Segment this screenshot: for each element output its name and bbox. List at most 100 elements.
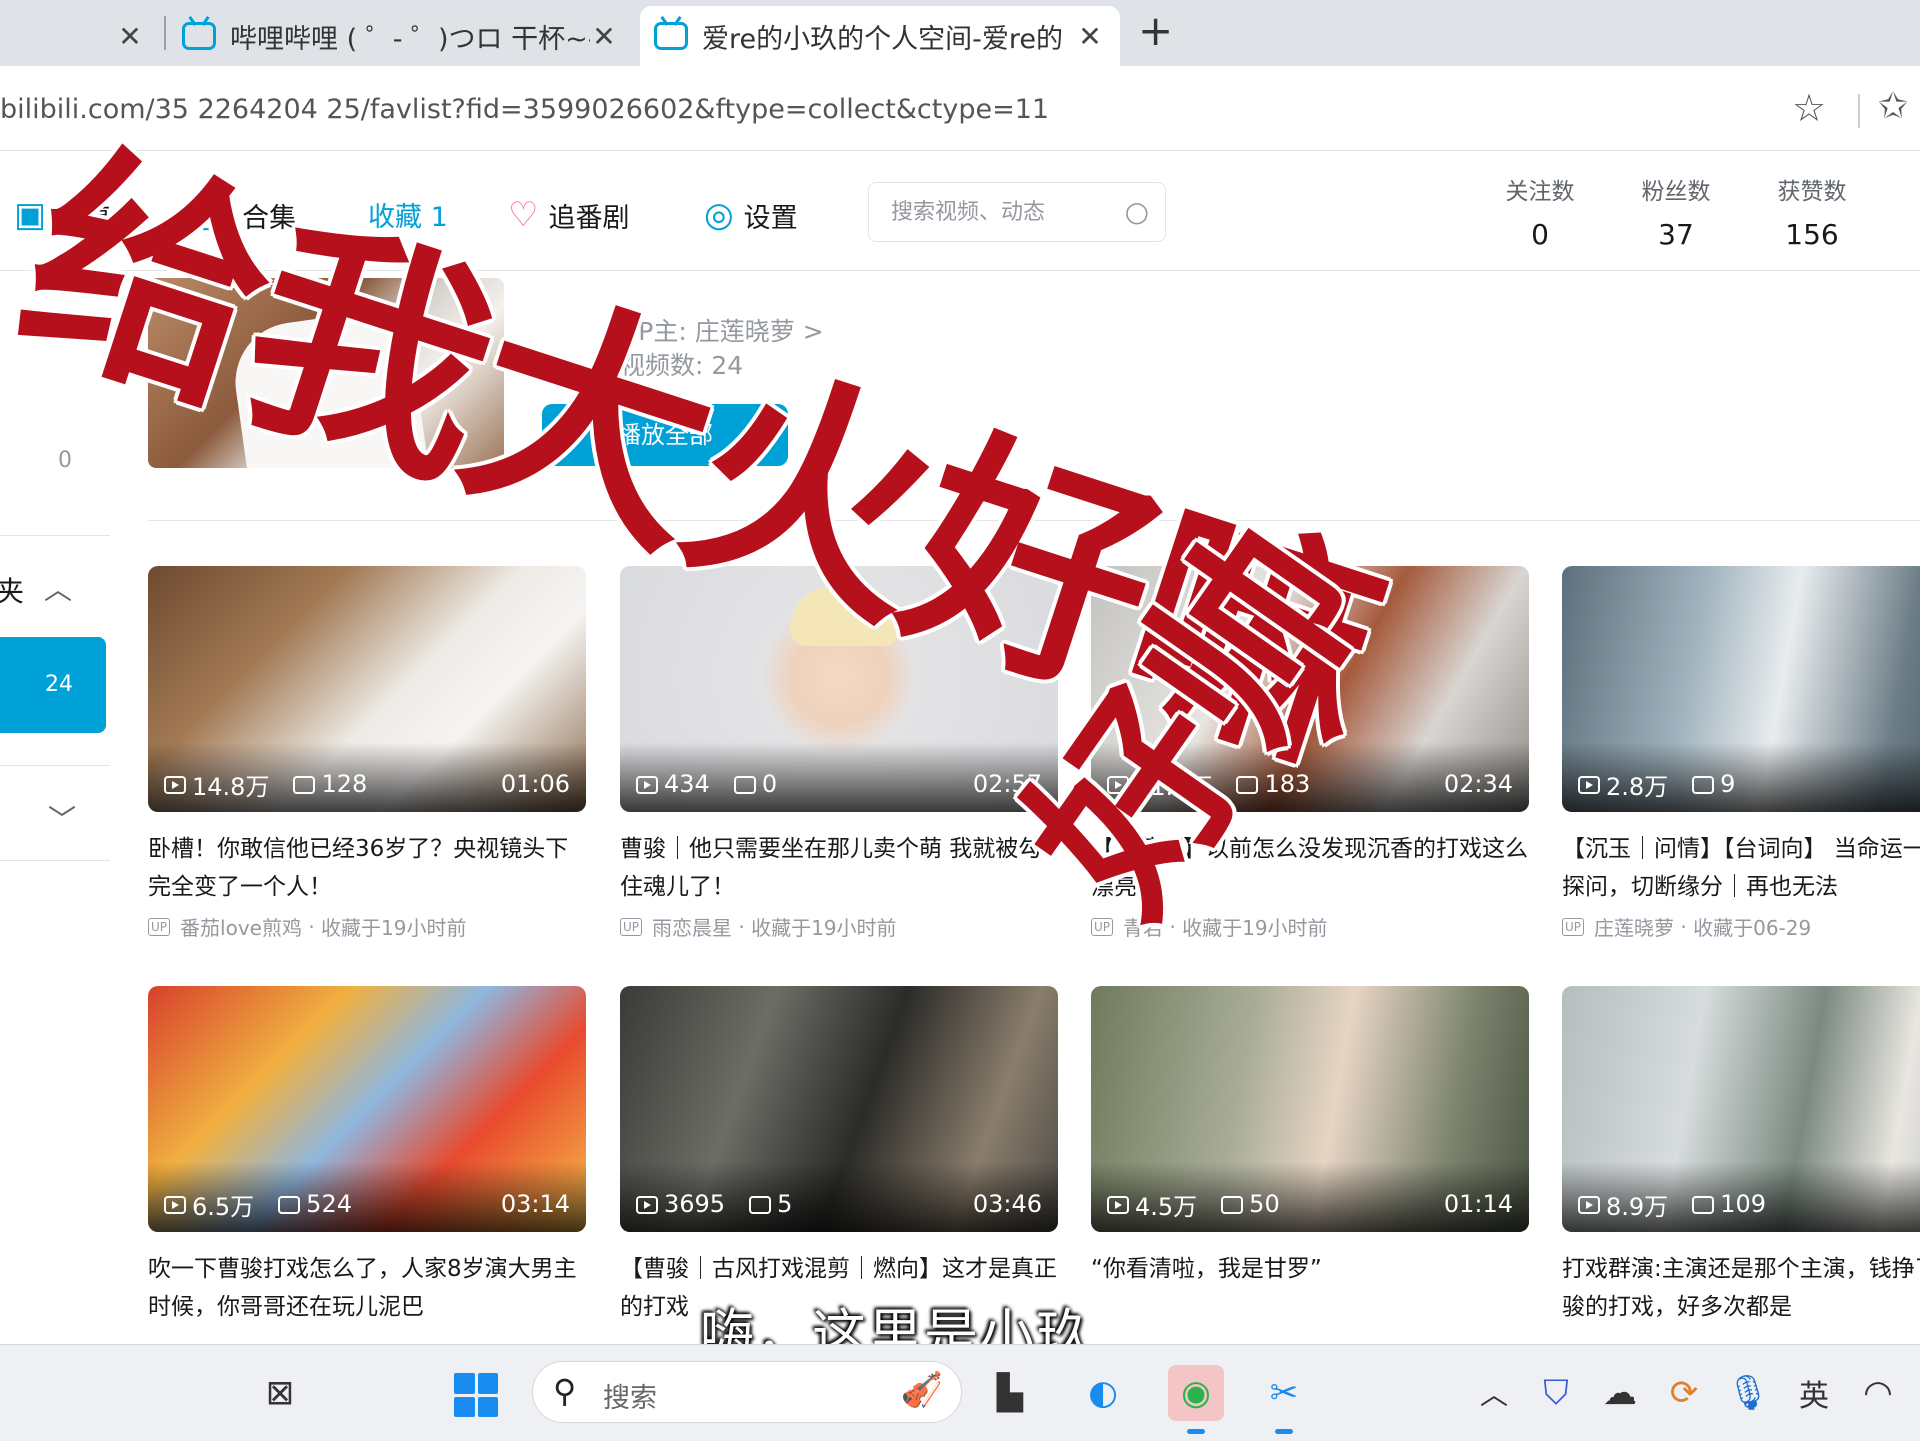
tab-user-space[interactable]: 爱re的小玖的个人空间-爱re的小玖 ✕ [640, 6, 1120, 66]
video-thumbnail[interactable]: 6.5万 524 03:14 [148, 986, 586, 1232]
duration: 03:46 [972, 1190, 1042, 1218]
active-indicator [1275, 1429, 1293, 1434]
video-thumbnail[interactable]: 434 0 02:57 [620, 566, 1058, 812]
url-field[interactable]: bilibili.com/35 2264204 25/favlist?fid=3… [0, 88, 1049, 132]
duration: 03:14 [500, 1190, 570, 1218]
wifi-icon[interactable]: ◠ [1858, 1369, 1898, 1417]
video-thumbnail[interactable]: 8.9万 109 [1562, 986, 1920, 1232]
video-title[interactable]: 曹骏｜他只需要坐在那儿卖个萌 我就被勾住魂儿了！ [620, 830, 1058, 906]
video-thumbnail[interactable]: 2.8万 9 [1562, 566, 1920, 812]
task-view-icon[interactable]: ▙ [986, 1369, 1034, 1417]
up-icon: UP [148, 917, 171, 936]
uploader-name[interactable]: 庄莲晓萝 [1594, 912, 1674, 941]
video-title[interactable]: “你看清啦，我是甘罗” [1091, 1250, 1529, 1326]
nav-label: 收藏 1 [368, 202, 448, 233]
video-thumbnail[interactable]: 3695 5 03:46 [620, 986, 1058, 1232]
view-count: 11.8万 [1135, 772, 1213, 801]
video-card[interactable]: 4.5万 50 01:14 “你看清啦，我是甘罗” [1091, 986, 1529, 1326]
edge-icon[interactable]: ◐ [1078, 1369, 1128, 1417]
up-icon: UP [1562, 917, 1585, 936]
stat-following[interactable]: 关注数 0 [1490, 172, 1590, 251]
play-icon [1107, 776, 1129, 794]
video-card[interactable]: 14.8万 128 01:06 卧槽！你敢信他已经36岁了？央视镜头下完全变了一… [148, 566, 586, 941]
snipping-tool-icon[interactable]: ✂ [1256, 1369, 1312, 1417]
video-thumbnail[interactable]: 4.5万 50 01:14 [1091, 986, 1529, 1232]
video-thumbnail[interactable]: 14.8万 128 01:06 [148, 566, 586, 812]
tab-bilibili-home[interactable]: 哔哩哔哩 ( ゜- ゜)つロ 干杯~-bilibili ✕ [168, 6, 634, 66]
ime-indicator[interactable]: 英 [1790, 1369, 1838, 1417]
stat-label: 关注数 [1505, 179, 1575, 205]
search-highlight-icon: 🎻 [900, 1370, 943, 1410]
nav-favorites[interactable]: 收藏 1 [368, 195, 448, 234]
video-card[interactable]: 2.8万 9 【沉玉｜问情】【台词向】 当命运一句一句探问，切断缘分｜再也无法 … [1562, 566, 1920, 941]
chevron-down-icon[interactable]: ﹀ [48, 798, 76, 838]
sync-icon[interactable]: ⟳ [1664, 1369, 1704, 1417]
space-search[interactable]: ○ [868, 182, 1166, 242]
mic-icon[interactable]: 🎙 [1726, 1369, 1769, 1417]
close-icon[interactable]: ✕ [1074, 20, 1106, 53]
sidebar-item-active-folder[interactable]: 24 [0, 637, 106, 733]
plus-icon[interactable]: + [1138, 6, 1173, 55]
stat-fans[interactable]: 粉丝数 37 [1626, 172, 1726, 251]
danmaku-icon [278, 1196, 301, 1214]
danmaku-count: 128 [321, 770, 368, 798]
danmaku-icon [293, 776, 316, 794]
danmaku-icon [1221, 1196, 1244, 1214]
favorites-icon[interactable]: ✩ [1878, 86, 1908, 127]
search-input[interactable] [889, 198, 1113, 226]
taskbar-search[interactable]: ⚲ 搜索 🎻 [532, 1361, 962, 1423]
nav-settings[interactable]: ◎ 设置 [704, 195, 798, 235]
divider [1858, 94, 1860, 128]
video-thumbnail[interactable]: 11.8万 183 02:34 [1091, 566, 1529, 812]
video-card[interactable]: 6.5万 524 03:14 吹一下曹骏打戏怎么了，人家8岁演大男主时候，你哥哥… [148, 986, 586, 1326]
tab-title: 哔哩哔哩 ( ゜- ゜)つロ 干杯~-bilibili [230, 23, 590, 55]
shield-icon[interactable]: ⛉ [1536, 1369, 1576, 1417]
star-icon[interactable]: ☆ [1792, 86, 1826, 130]
chevron-up-icon[interactable]: ︿ [1474, 1369, 1514, 1417]
video-card[interactable]: 8.9万 109 打戏群演:主演还是那个主演，钱挣了！曹骏的打戏，好多次都是 [1562, 986, 1920, 1326]
nav-label: 合集 [242, 202, 297, 234]
collection-icon: ◫ [200, 195, 233, 235]
chevron-up-icon[interactable]: ︿ [44, 568, 72, 608]
collection-count: 视频数: 24 [620, 351, 744, 380]
nav-label: 追番剧 [548, 202, 630, 234]
collection-cover[interactable] [148, 278, 504, 468]
video-title[interactable]: 卧槽！你敢信他已经36岁了？央视镜头下完全变了一个人！ [148, 830, 586, 906]
uploader-name[interactable]: 雨恋晨星 [652, 912, 732, 941]
danmaku-count: 0 [761, 770, 778, 798]
view-count: 4.5万 [1135, 1192, 1198, 1221]
uploader-name[interactable]: 番茄love煎鸡 [180, 912, 302, 941]
video-title[interactable]: 【沉玉｜问情】【台词向】 当命运一句一句探问，切断缘分｜再也无法 [1562, 830, 1920, 906]
video-title[interactable]: 打戏群演:主演还是那个主演，钱挣了！曹骏的打戏，好多次都是 [1562, 1250, 1920, 1326]
close-icon[interactable]: ✕ [588, 20, 620, 53]
play-icon [636, 1196, 658, 1214]
video-card[interactable]: 434 0 02:57 曹骏｜他只需要坐在那儿卖个萌 我就被勾住魂儿了！ UP 雨… [620, 566, 1058, 941]
nav-label: 投稿 [56, 202, 111, 234]
collection-up[interactable]: UP主: 庄莲晓萝 > [620, 312, 824, 348]
windows-logo[interactable] [454, 1373, 498, 1417]
nav-collection[interactable]: ◫ 合集 [200, 195, 296, 235]
cloud-icon[interactable]: ☁ [1600, 1369, 1640, 1417]
sidebar-folder-label[interactable]: 夹 [0, 570, 24, 610]
play-icon [164, 1196, 186, 1214]
tab-previous[interactable]: ✕ [0, 6, 160, 66]
divider [0, 765, 110, 766]
widgets-icon[interactable]: ⊠ [256, 1369, 304, 1417]
saved-time: 收藏于19小时前 [751, 916, 897, 940]
saved-time: 收藏于06-29 [1693, 916, 1812, 940]
search-icon[interactable]: ○ [1125, 195, 1149, 228]
video-title[interactable]: 吹一下曹骏打戏怎么了，人家8岁演大男主时候，你哥哥还在玩儿泥巴 [148, 1250, 586, 1326]
danmaku-icon [1692, 776, 1715, 794]
video-card[interactable]: 11.8万 183 02:34 【宝莲灯】以前怎么没发现沉香的打戏这么漂亮 UP… [1091, 566, 1529, 941]
nav-upload[interactable]: ▣ 投稿 [14, 195, 110, 235]
nav-bangumi[interactable]: ♡ 追番剧 [508, 195, 629, 235]
divider [0, 535, 110, 536]
close-icon[interactable]: ✕ [114, 20, 146, 53]
video-card[interactable]: 3695 5 03:46 【曹骏｜古风打戏混剪｜燃向】这才是真正的打戏 [620, 986, 1058, 1326]
video-title[interactable]: 【宝莲灯】以前怎么没发现沉香的打戏这么漂亮 [1091, 830, 1529, 906]
play-all-button[interactable]: 播放全部 [542, 404, 788, 466]
danmaku-icon [1236, 776, 1259, 794]
cover-figure [227, 306, 429, 468]
wechat-icon[interactable]: ◉ [1168, 1365, 1224, 1421]
uploader-name[interactable]: 青若 [1123, 912, 1163, 941]
